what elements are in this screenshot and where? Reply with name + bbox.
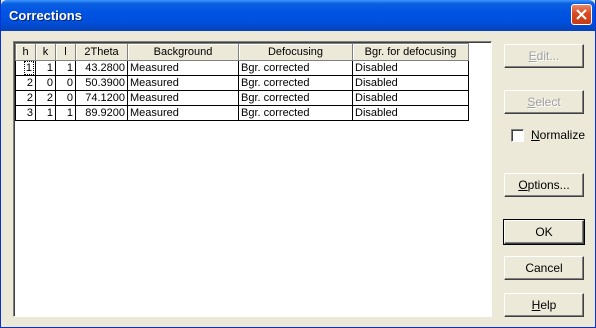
ok-label: OK — [535, 225, 553, 239]
cell-bgr-for-defocusing[interactable]: Disabled — [352, 75, 469, 91]
edit-button[interactable]: Edit... — [504, 44, 584, 68]
select-label-post: elect — [535, 95, 561, 109]
cell-bgr-for-defocusing[interactable]: Disabled — [352, 60, 469, 76]
edit-label-post: dit... — [536, 49, 560, 63]
options-label-accel: O — [518, 178, 528, 192]
cell-background[interactable]: Measured — [127, 75, 239, 91]
cell-h[interactable]: 2 — [15, 75, 36, 91]
corrections-grid[interactable]: h k l 2Theta Background Defocusing Bgr. … — [13, 41, 492, 317]
cell-k[interactable]: 2 — [35, 90, 56, 106]
cell-background[interactable]: Measured — [127, 90, 239, 106]
cell-2theta[interactable]: 50.3900 — [75, 75, 128, 91]
cell-defocusing[interactable]: Bgr. corrected — [238, 105, 353, 121]
select-button[interactable]: Select — [504, 90, 584, 114]
column-header-2theta[interactable]: 2Theta — [75, 43, 128, 61]
cell-h[interactable]: 3 — [15, 105, 36, 121]
cell-2theta[interactable]: 89.9200 — [75, 105, 128, 121]
cell-l[interactable]: 0 — [55, 75, 76, 91]
cell-h[interactable]: 1 — [15, 60, 36, 76]
cell-l[interactable]: 1 — [55, 105, 76, 121]
close-button[interactable] — [571, 4, 592, 25]
normalize-label-accel: N — [531, 128, 540, 142]
cell-2theta[interactable]: 43.2800 — [75, 60, 128, 76]
column-header-bgr-for-defocusing[interactable]: Bgr. for defocusing — [352, 43, 469, 61]
window-title: Corrections — [9, 8, 82, 23]
title-bar[interactable]: Corrections — [1, 0, 595, 31]
normalize-label[interactable]: Normalize — [531, 128, 585, 142]
edit-label-accel: E — [528, 49, 537, 63]
cell-defocusing[interactable]: Bgr. corrected — [238, 60, 353, 76]
cell-bgr-for-defocusing[interactable]: Disabled — [352, 90, 469, 106]
ok-button[interactable]: OK — [503, 219, 585, 245]
column-header-k[interactable]: k — [35, 43, 56, 61]
normalize-checkbox[interactable] — [511, 129, 524, 142]
cell-k[interactable]: 1 — [35, 105, 56, 121]
table-row[interactable]: 2 2 0 74.1200 Measured Bgr. corrected Di… — [15, 90, 469, 106]
corrections-table: h k l 2Theta Background Defocusing Bgr. … — [15, 43, 469, 121]
cell-l[interactable]: 1 — [55, 60, 76, 76]
table-row[interactable]: 2 0 0 50.3900 Measured Bgr. corrected Di… — [15, 75, 469, 91]
cell-h[interactable]: 2 — [15, 90, 36, 106]
close-icon — [576, 9, 587, 20]
help-label-post: elp — [540, 298, 557, 312]
help-button[interactable]: Help — [504, 293, 584, 317]
column-header-l[interactable]: l — [55, 43, 76, 61]
cell-defocusing[interactable]: Bgr. corrected — [238, 90, 353, 106]
table-row[interactable]: 1 1 1 43.2800 Measured Bgr. corrected Di… — [15, 60, 469, 76]
options-label-post: ptions... — [527, 178, 570, 192]
corrections-dialog: Corrections h k l 2Theta Background Defo… — [0, 0, 596, 328]
cell-h-value: 1 — [23, 61, 35, 75]
cell-2theta[interactable]: 74.1200 — [75, 90, 128, 106]
options-button[interactable]: Options... — [504, 173, 584, 197]
cancel-label: Cancel — [525, 261, 563, 275]
cell-k[interactable]: 0 — [35, 75, 56, 91]
cell-defocusing[interactable]: Bgr. corrected — [238, 75, 353, 91]
column-header-defocusing[interactable]: Defocusing — [238, 43, 353, 61]
column-header-background[interactable]: Background — [127, 43, 239, 61]
normalize-label-post: ormalize — [539, 128, 586, 142]
cell-k[interactable]: 1 — [35, 60, 56, 76]
grid-viewport: h k l 2Theta Background Defocusing Bgr. … — [14, 42, 491, 316]
table-row[interactable]: 3 1 1 89.9200 Measured Bgr. corrected Di… — [15, 105, 469, 121]
cell-bgr-for-defocusing[interactable]: Disabled — [352, 105, 469, 121]
cancel-button[interactable]: Cancel — [504, 256, 584, 280]
cell-l[interactable]: 0 — [55, 90, 76, 106]
cell-background[interactable]: Measured — [127, 60, 239, 76]
cell-background[interactable]: Measured — [127, 105, 239, 121]
table-header-row: h k l 2Theta Background Defocusing Bgr. … — [15, 43, 469, 61]
column-header-h[interactable]: h — [15, 43, 36, 61]
